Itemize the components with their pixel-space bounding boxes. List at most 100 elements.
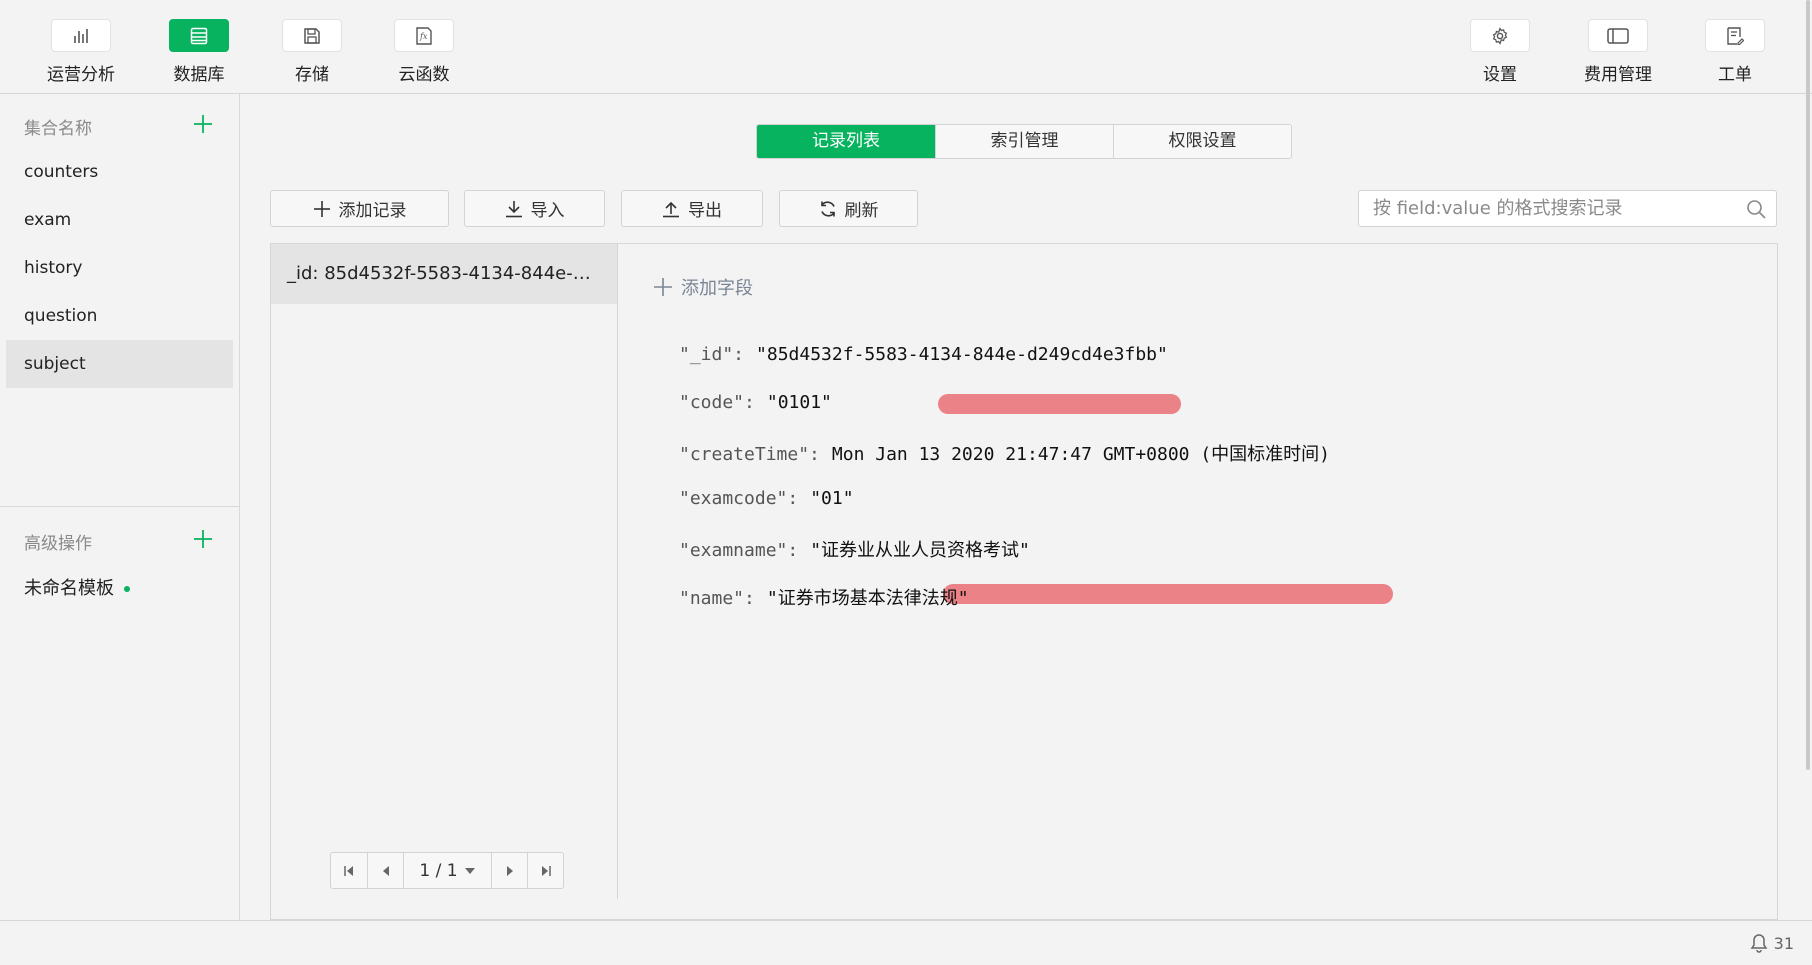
plus-icon bbox=[654, 278, 672, 296]
add-field-button[interactable]: 添加字段 bbox=[653, 274, 753, 300]
toolbar-storage[interactable]: 存储 bbox=[262, 19, 362, 85]
record-list: _id: 85d4532f-5583-4134-844e-d249cd4e3fb… bbox=[271, 244, 618, 899]
collection-item-counters[interactable]: counters bbox=[6, 148, 233, 196]
ticket-icon bbox=[1705, 19, 1765, 52]
toolbar-analytics[interactable]: 运营分析 bbox=[31, 19, 131, 85]
storage-icon bbox=[282, 19, 342, 52]
add-record-button[interactable]: 添加记录 bbox=[270, 190, 449, 227]
toolbar-database[interactable]: 数据库 bbox=[149, 19, 249, 85]
wallet-icon bbox=[1588, 19, 1648, 52]
notification-count: 31 bbox=[1773, 933, 1794, 953]
toolbar-label: 运营分析 bbox=[47, 65, 115, 85]
plus-icon bbox=[194, 115, 212, 133]
field-highlight bbox=[938, 394, 1181, 414]
import-button[interactable]: 导入 bbox=[464, 190, 605, 227]
svg-text:fx: fx bbox=[419, 32, 428, 41]
top-toolbar: 运营分析 数据库 存储 fx 云函数 设置 费用管理 工单 bbox=[0, 0, 1812, 94]
field-value: "0101" bbox=[766, 392, 832, 413]
record-detail: 添加字段 "_id": "85d4532f-5583-4134-844e-d249… bbox=[619, 244, 1777, 920]
status-dot bbox=[124, 586, 130, 592]
export-button[interactable]: 导出 bbox=[621, 190, 763, 227]
toolbar-label: 云函数 bbox=[398, 65, 450, 85]
tab-permission-settings[interactable]: 权限设置 bbox=[1113, 125, 1291, 158]
toolbar-billing[interactable]: 费用管理 bbox=[1568, 19, 1668, 85]
notification-button[interactable]: 31 bbox=[1750, 933, 1794, 953]
caret-down-icon bbox=[464, 867, 475, 874]
bar-chart-icon bbox=[51, 19, 111, 52]
record-list-item[interactable]: _id: 85d4532f-5583-4134-844e-d249cd4e3fb… bbox=[271, 244, 617, 304]
first-page-button[interactable] bbox=[331, 853, 367, 888]
field-row[interactable]: "code": "0101" bbox=[679, 392, 832, 413]
search-input[interactable] bbox=[1359, 191, 1739, 226]
refresh-label: 刷新 bbox=[844, 201, 879, 221]
view-tabs: 记录列表 索引管理 权限设置 bbox=[756, 124, 1292, 159]
field-highlight bbox=[943, 584, 1393, 604]
toolbar-cloud-function[interactable]: fx 云函数 bbox=[374, 19, 474, 85]
tab-index-management[interactable]: 索引管理 bbox=[935, 125, 1113, 158]
next-page-button[interactable] bbox=[491, 853, 527, 888]
field-key: "examname": bbox=[679, 540, 799, 561]
prev-page-button[interactable] bbox=[367, 853, 403, 888]
template-name: 未命名模板 bbox=[24, 578, 114, 599]
plus-icon bbox=[194, 530, 212, 548]
tab-record-list[interactable]: 记录列表 bbox=[757, 125, 935, 158]
field-row[interactable]: "name": "证券市场基本法律法规" bbox=[679, 584, 969, 610]
toolbar-label: 工单 bbox=[1718, 65, 1752, 85]
import-label: 导入 bbox=[530, 201, 565, 221]
collections-title: 集合名称 bbox=[24, 119, 92, 139]
template-item[interactable]: 未命名模板 bbox=[24, 574, 130, 600]
collection-item-subject[interactable]: subject bbox=[6, 340, 233, 388]
record-panel: _id: 85d4532f-5583-4134-844e-d249cd4e3fb… bbox=[270, 243, 1778, 920]
field-value: "证券市场基本法律法规" bbox=[766, 588, 969, 609]
status-bar: 31 bbox=[0, 920, 1812, 965]
prev-page-icon bbox=[382, 865, 389, 876]
advanced-title: 高级操作 bbox=[24, 534, 92, 554]
export-label: 导出 bbox=[688, 201, 722, 221]
last-page-icon bbox=[541, 865, 551, 876]
toolbar-settings[interactable]: 设置 bbox=[1450, 19, 1550, 85]
field-key: "examcode": bbox=[679, 488, 799, 509]
toolbar-ticket[interactable]: 工单 bbox=[1685, 19, 1785, 85]
toolbar-label: 费用管理 bbox=[1584, 65, 1652, 85]
add-field-label: 添加字段 bbox=[681, 278, 753, 299]
field-value: "01" bbox=[810, 488, 854, 509]
toolbar-label: 数据库 bbox=[173, 65, 225, 85]
refresh-button[interactable]: 刷新 bbox=[779, 190, 918, 227]
add-advanced-button[interactable] bbox=[190, 526, 216, 552]
upload-icon bbox=[663, 201, 679, 217]
search-icon[interactable] bbox=[1746, 199, 1766, 223]
refresh-icon bbox=[820, 200, 835, 217]
field-row[interactable]: "examname": "证券业从业人员资格考试" bbox=[679, 536, 1030, 562]
page-indicator: 1 / 1 bbox=[419, 860, 458, 881]
field-value: Mon Jan 13 2020 21:47:47 GMT+0800 (中国标准时… bbox=[831, 444, 1331, 465]
field-key: "createTime": bbox=[679, 444, 820, 465]
first-page-icon bbox=[344, 865, 353, 876]
window-scrollbar[interactable] bbox=[1806, 0, 1810, 770]
last-page-button[interactable] bbox=[527, 853, 563, 888]
collection-item-question[interactable]: question bbox=[6, 292, 233, 340]
database-icon bbox=[169, 19, 229, 52]
collection-item-exam[interactable]: exam bbox=[6, 196, 233, 244]
sidebar-divider bbox=[0, 506, 240, 507]
collection-item-history[interactable]: history bbox=[6, 244, 233, 292]
function-icon: fx bbox=[394, 19, 454, 52]
next-page-icon bbox=[506, 865, 513, 876]
collections-sidebar: 集合名称 counters exam history question subj… bbox=[0, 94, 240, 920]
page-select[interactable]: 1 / 1 bbox=[403, 853, 491, 888]
field-row[interactable]: "examcode": "01" bbox=[679, 488, 854, 509]
toolbar-label: 设置 bbox=[1483, 65, 1517, 85]
field-row[interactable]: "_id": "85d4532f-5583-4134-844e-d249cd4e3… bbox=[679, 344, 1168, 365]
pagination: 1 / 1 bbox=[330, 852, 564, 889]
field-value: "证券业从业人员资格考试" bbox=[810, 540, 1030, 561]
toolbar-label: 存储 bbox=[295, 65, 329, 85]
gear-icon bbox=[1470, 19, 1530, 52]
field-key: "code": bbox=[679, 392, 755, 413]
field-row[interactable]: "createTime": Mon Jan 13 2020 21:47:47 GM… bbox=[679, 440, 1330, 466]
bell-icon bbox=[1750, 934, 1768, 953]
download-icon bbox=[505, 200, 522, 217]
field-key: "_id": bbox=[679, 344, 745, 365]
add-record-label: 添加记录 bbox=[338, 201, 407, 221]
record-search bbox=[1358, 190, 1777, 227]
plus-icon bbox=[313, 200, 330, 217]
add-collection-button[interactable] bbox=[190, 111, 216, 137]
